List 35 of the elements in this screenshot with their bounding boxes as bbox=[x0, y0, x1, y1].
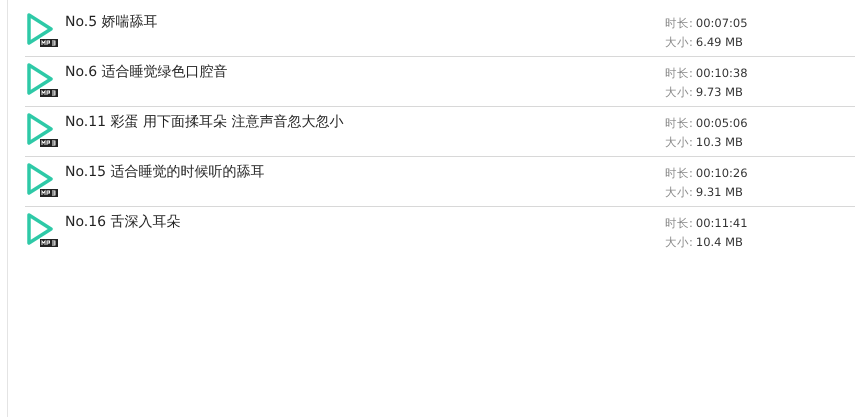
file-title: No.15 适合睡觉的时候听的舔耳 bbox=[65, 163, 266, 181]
file-title: No.6 适合睡觉绿色口腔音 bbox=[65, 63, 229, 81]
duration-value: 00:10:38 bbox=[696, 66, 748, 80]
duration-label: 时长: bbox=[665, 216, 693, 230]
file-row[interactable]: No.6 适合睡觉绿色口腔音 时长: 00:10:38 大小: 9.73 MB bbox=[25, 57, 855, 107]
file-title: No.16 舌深入耳朵 bbox=[65, 213, 182, 231]
duration-label: 时长: bbox=[665, 66, 693, 80]
mp3-play-icon bbox=[25, 112, 59, 148]
size-value: 6.49 MB bbox=[696, 35, 743, 49]
size-value: 10.3 MB bbox=[696, 135, 743, 149]
mp3-play-icon bbox=[25, 62, 59, 98]
file-row[interactable]: No.16 舌深入耳朵 时长: 00:11:41 大小: 10.4 MB bbox=[25, 207, 855, 257]
duration-label: 时长: bbox=[665, 166, 693, 180]
size-label: 大小: bbox=[665, 185, 693, 199]
duration-value: 00:10:26 bbox=[696, 166, 748, 180]
mp3-play-icon bbox=[25, 212, 59, 248]
size-value: 10.4 MB bbox=[696, 235, 743, 249]
file-row[interactable]: No.15 适合睡觉的时候听的舔耳 时长: 00:10:26 大小: 9.31 MB bbox=[25, 157, 855, 207]
size-label: 大小: bbox=[665, 35, 693, 49]
duration-label: 时长: bbox=[665, 116, 693, 130]
duration-value: 00:11:41 bbox=[696, 216, 748, 230]
size-label: 大小: bbox=[665, 235, 693, 249]
file-title: No.5 娇喘舔耳 bbox=[65, 13, 159, 31]
duration-value: 00:07:05 bbox=[696, 16, 748, 30]
file-title: No.11 彩蛋 用下面揉耳朵 注意声音忽大忽小 bbox=[65, 113, 344, 131]
size-value: 9.31 MB bbox=[696, 185, 743, 199]
file-row[interactable]: No.11 彩蛋 用下面揉耳朵 注意声音忽大忽小 时长: 00:05:06 大小: 10.3 MB bbox=[25, 107, 855, 157]
file-row[interactable]: No.5 娇喘舔耳 时长: 00:07:05 大小: 6.49 MB bbox=[25, 7, 855, 57]
size-label: 大小: bbox=[665, 85, 693, 99]
size-label: 大小: bbox=[665, 135, 693, 149]
mp3-play-icon bbox=[25, 12, 59, 48]
duration-label: 时长: bbox=[665, 16, 693, 30]
mp3-play-icon bbox=[25, 162, 59, 198]
duration-value: 00:05:06 bbox=[696, 116, 748, 130]
size-value: 9.73 MB bbox=[696, 85, 743, 99]
